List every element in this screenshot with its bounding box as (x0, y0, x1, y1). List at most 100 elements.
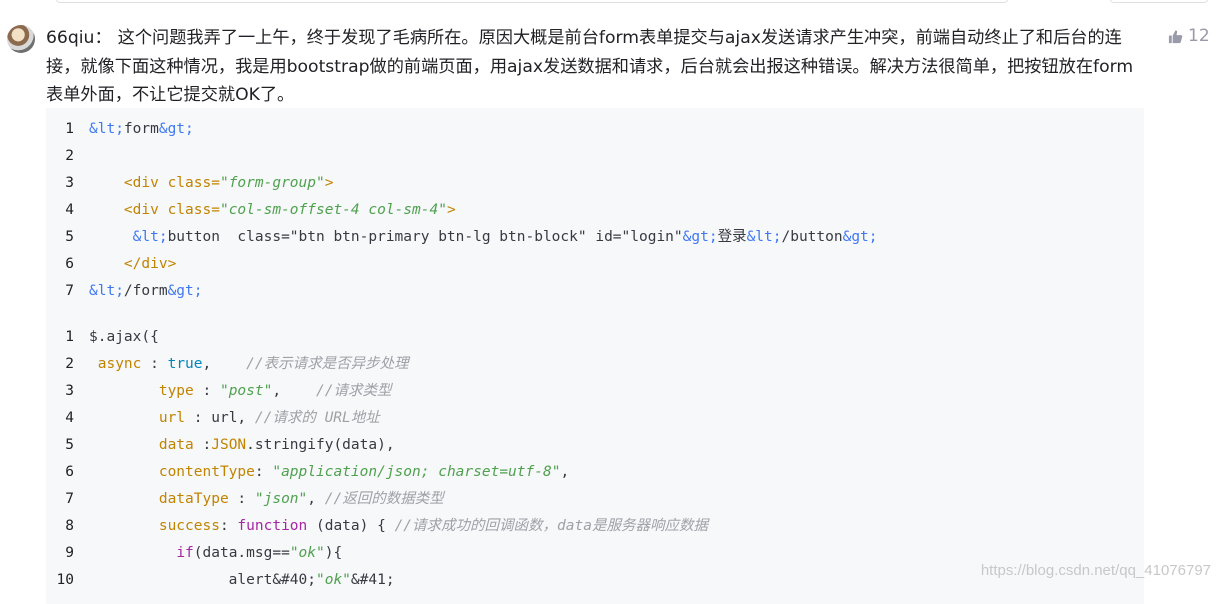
code-text: </div> (89, 251, 176, 278)
code-line: 7 &lt;/form&gt; (46, 278, 1144, 305)
code-token: , (560, 464, 570, 480)
code-line: 2 (46, 143, 1144, 170)
code-token: &#41; (350, 572, 395, 588)
comment-body: 66qiu： 这个问题我弄了一上午，终于发现了毛病所在。原因大概是前台form表单… (46, 24, 1136, 110)
code-token: data (158, 437, 194, 453)
code-token: (data.msg== (193, 545, 290, 561)
code-text: alert&#40;"ok"&#41; (89, 567, 395, 594)
code-line: 5 data :JSON.stringify(data), (46, 432, 1144, 459)
code-token: contentType (158, 464, 255, 480)
code-block-js: 1 $.ajax({ 2 async : true, //表示请求是否异步处理 3 t… (46, 316, 1144, 604)
line-number: 7 (65, 491, 74, 507)
code-line: 7 dataType : "json", //返回的数据类型 (46, 486, 1144, 513)
like-button[interactable]: 12 (1168, 25, 1210, 47)
code-token: url (158, 410, 186, 426)
code-token: &gt; (682, 229, 718, 245)
code-token: "col-sm-offset-4 col-sm-4" (219, 202, 447, 218)
code-token: //请求的 URL地址 (254, 410, 380, 426)
line-number: 3 (65, 383, 74, 399)
code-token: JSON (211, 437, 247, 453)
code-token: if (176, 545, 194, 561)
code-token: "form-group" (219, 175, 325, 191)
line-number: 2 (65, 148, 74, 164)
code-line: 2 async : true, //表示请求是否异步处理 (46, 351, 1144, 378)
code-text: dataType : "json", //返回的数据类型 (89, 486, 444, 513)
line-number: 7 (65, 283, 74, 299)
line-number: 9 (65, 545, 74, 561)
code-text: <div class="col-sm-offset-4 col-sm-4"> (89, 197, 456, 224)
code-token: : (141, 356, 168, 372)
line-number: 1 (65, 121, 74, 137)
line-number: 3 (65, 175, 74, 191)
line-number: 4 (65, 202, 74, 218)
code-token: > (446, 202, 456, 218)
line-number: 5 (65, 229, 74, 245)
code-token: true (167, 356, 203, 372)
code-token: : (254, 464, 273, 480)
code-token: //表示请求是否异步处理 (246, 356, 409, 372)
code-text: $.ajax({ (89, 324, 159, 351)
code-text: async : true, //表示请求是否异步处理 (89, 351, 409, 378)
button-edge[interactable] (1110, 0, 1208, 3)
code-text: &lt;form&gt; (89, 116, 194, 143)
like-count: 12 (1188, 26, 1210, 46)
code-text: &lt;/form&gt; (89, 278, 203, 305)
code-text: <div class="form-group"> (89, 170, 334, 197)
code-line: 10 alert&#40;"ok"&#41; (46, 567, 1144, 594)
code-token: &gt; (158, 121, 194, 137)
code-token: , (202, 356, 247, 372)
code-text: success: function (data) { //请求成功的回调函数，d… (89, 513, 708, 540)
code-line: 9 if(data.msg=="ok"){ (46, 540, 1144, 567)
code-block-html: 1 &lt;form&gt; 2 3 <div class="form-group">… (46, 108, 1144, 318)
code-line: 1 &lt;form&gt; (46, 116, 1144, 143)
code-token: &lt; (89, 121, 124, 137)
code-token: &lt; (746, 229, 782, 245)
code-token: (data) { (307, 518, 395, 534)
comment-text: 这个问题我弄了一上午，终于发现了毛病所在。原因大概是前台form表单提交与aja… (46, 28, 1134, 105)
code-token: "application/json; charset=utf-8" (272, 464, 561, 480)
code-token: "json" (254, 491, 308, 507)
code-token: : (193, 383, 220, 399)
line-number: 6 (65, 464, 74, 480)
code-token: async (89, 356, 142, 372)
code-line: 6 </div> (46, 251, 1144, 278)
code-token: "post" (219, 383, 273, 399)
code-token: //请求成功的回调函数，data是服务器响应数据 (394, 518, 708, 534)
code-token: 登录 (717, 229, 747, 245)
code-line: 3 <div class="form-group"> (46, 170, 1144, 197)
code-token: &lt; (132, 229, 168, 245)
code-token: "ok" (315, 572, 351, 588)
code-token: type (158, 383, 194, 399)
code-token: $.ajax({ (89, 329, 159, 345)
line-number: 1 (65, 329, 74, 345)
code-token: : url, (185, 410, 255, 426)
code-text: url : url, //请求的 URL地址 (89, 405, 380, 432)
code-token: &lt; (89, 283, 124, 299)
code-token: class= (167, 202, 220, 218)
code-token: : (219, 518, 238, 534)
line-number: 10 (56, 572, 74, 588)
code-token: , (307, 491, 325, 507)
code-text: type : "post", //请求类型 (89, 378, 392, 405)
code-token: .stringify(data), (246, 437, 395, 453)
code-token: &gt; (842, 229, 878, 245)
code-line: 5 &lt;button class="btn btn-primary btn-… (46, 224, 1144, 251)
code-token: &gt; (167, 283, 203, 299)
code-line: 1 $.ajax({ (46, 324, 1144, 351)
code-token: ){ (324, 545, 343, 561)
comment-author[interactable]: 66qiu： (46, 28, 112, 48)
input-edge (56, 0, 1008, 3)
code-token: success (158, 518, 220, 534)
avatar[interactable] (7, 25, 35, 53)
code-line: 4 <div class="col-sm-offset-4 col-sm-4"> (46, 197, 1144, 224)
code-token: , (272, 383, 317, 399)
